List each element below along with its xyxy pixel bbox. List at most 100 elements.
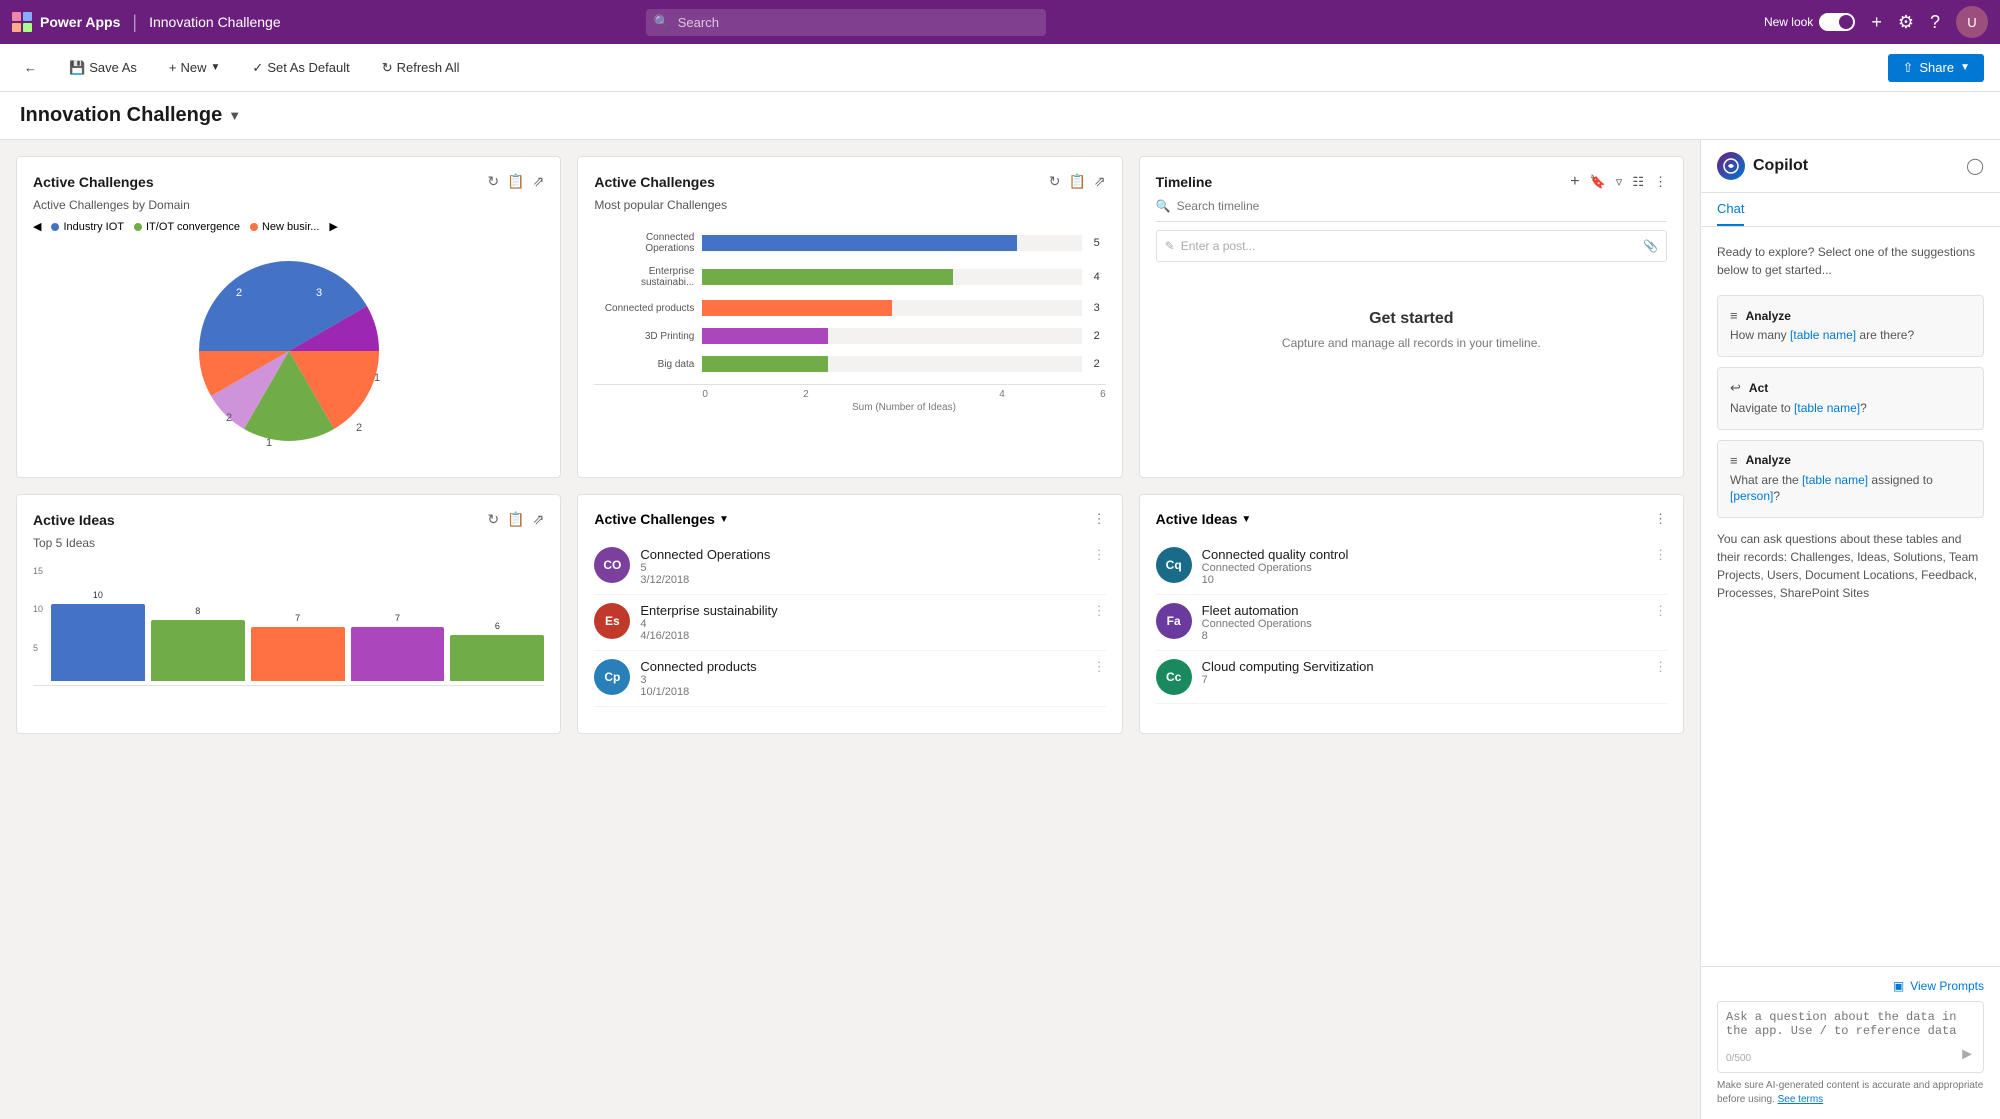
add-icon[interactable]: +: [1871, 12, 1882, 33]
view-prompts-button[interactable]: ▣ View Prompts: [1717, 979, 1984, 993]
tab-chat[interactable]: Chat: [1717, 193, 1744, 226]
copilot-title: Copilot: [1717, 152, 1808, 180]
ideas-bars-container: 15 10 5 10 8 7 7: [33, 566, 544, 686]
suggestion-type-1: Analyze: [1746, 309, 1791, 323]
copilot-panel: Copilot ◯ Chat Ready to explore? Select …: [1700, 140, 2000, 1119]
add-timeline-icon[interactable]: +: [1570, 173, 1579, 191]
page-title-chevron-icon[interactable]: ▼: [228, 108, 241, 123]
challenge-count-2: 4: [640, 618, 1082, 630]
expand-bar-icon[interactable]: ⇗: [1094, 173, 1106, 190]
refresh-pie-icon[interactable]: ↻: [487, 173, 499, 190]
bar-label-1: Connected Operations: [594, 232, 694, 254]
y-axis-5: 5: [33, 643, 43, 653]
suggestion-link-1[interactable]: [table name]: [1790, 328, 1856, 342]
ideas-more-icon[interactable]: ⋮: [1654, 511, 1667, 527]
help-icon[interactable]: ?: [1930, 12, 1940, 33]
idea-item-1: Cq Connected quality control Connected O…: [1156, 539, 1667, 595]
chevron-down-icon: ▼: [211, 62, 221, 73]
suggestion-link-3b[interactable]: [person]: [1730, 489, 1773, 503]
share-button[interactable]: ⇧ Share ▼: [1888, 54, 1984, 82]
timeline-search: 🔍 Search timeline: [1156, 199, 1667, 222]
bar-track-5: [702, 356, 1081, 372]
back-button[interactable]: ←: [16, 56, 45, 79]
expand-ideas-icon[interactable]: ⇗: [533, 511, 545, 528]
prev-legend-icon[interactable]: ◀: [33, 220, 41, 233]
refresh-bar-icon[interactable]: ↻: [1049, 173, 1061, 190]
idea-item-more-3[interactable]: ⋮: [1654, 659, 1667, 675]
legend-dot-3: [250, 223, 258, 231]
suggestion-link-2[interactable]: [table name]: [1794, 401, 1860, 415]
copilot-close-icon[interactable]: ◯: [1966, 156, 1984, 176]
new-look-toggle[interactable]: New look: [1764, 13, 1855, 31]
idea-name-1: Connected quality control: [1202, 547, 1644, 562]
idea-content-2: Fleet automation Connected Operations 8: [1202, 603, 1644, 642]
challenge-item-more-2[interactable]: ⋮: [1093, 603, 1106, 619]
challenge-item-more-3[interactable]: ⋮: [1093, 659, 1106, 675]
copilot-logo-icon: [1717, 152, 1745, 180]
copilot-suggestion-1[interactable]: ≡ Analyze How many [table name] are ther…: [1717, 295, 1984, 357]
more-timeline-icon[interactable]: ⋮: [1654, 174, 1667, 190]
brand-name: Power Apps: [40, 14, 120, 30]
challenge-date-3: 10/1/2018: [640, 686, 1082, 698]
idea-avatar-3: Cc: [1156, 659, 1192, 695]
analyze-icon-1: ≡: [1730, 308, 1738, 323]
next-legend-icon[interactable]: ▶: [329, 220, 337, 233]
ideas-bar-2: 8: [151, 620, 245, 681]
refresh-ideas-icon[interactable]: ↻: [487, 511, 499, 528]
idea-item-more-1[interactable]: ⋮: [1654, 547, 1667, 563]
copilot-send-button[interactable]: ►: [1959, 1046, 1975, 1064]
copy-bar-icon[interactable]: 📋: [1068, 173, 1085, 190]
pie-label-1: 3: [316, 287, 322, 299]
challenges-more-icon[interactable]: ⋮: [1093, 511, 1106, 527]
attach-icon[interactable]: 📎: [1643, 239, 1658, 253]
idea-content-3: Cloud computing Servitization 7: [1202, 659, 1644, 686]
suggestion-type-2: Act: [1749, 381, 1768, 395]
save-as-button[interactable]: 💾 Save As: [61, 56, 145, 80]
settings-icon[interactable]: ⚙: [1898, 12, 1914, 33]
grid-icon[interactable]: ☷: [1632, 174, 1644, 190]
filter-icon[interactable]: ▿: [1616, 174, 1623, 190]
search-input[interactable]: [646, 9, 1046, 36]
challenge-date-1: 3/12/2018: [640, 574, 1082, 586]
bookmark-icon[interactable]: 🔖: [1590, 174, 1606, 190]
challenge-item-1: CO Connected Operations 5 3/12/2018 ⋮: [594, 539, 1105, 595]
idea-item-more-2[interactable]: ⋮: [1654, 603, 1667, 619]
see-terms-link[interactable]: See terms: [1778, 1094, 1824, 1105]
challenges-chevron-icon[interactable]: ▼: [719, 514, 729, 525]
refresh-all-button[interactable]: ↻ Refresh All: [374, 56, 468, 80]
timeline-card: Timeline + 🔖 ▿ ☷ ⋮ 🔍 Search timeline ✎ E…: [1139, 156, 1684, 478]
ideas-chevron-icon[interactable]: ▼: [1241, 514, 1251, 525]
nav-separator: |: [132, 12, 137, 33]
save-icon: 💾: [69, 60, 85, 76]
bar-row-2: Enterprise sustainabi... 4: [594, 266, 1105, 288]
new-button[interactable]: + New ▼: [161, 56, 229, 79]
suggestion-link-3a[interactable]: [table name]: [1802, 473, 1868, 487]
copy-pie-icon[interactable]: 📋: [507, 173, 524, 190]
new-look-switch[interactable]: [1819, 13, 1855, 31]
idea-count-3: 7: [1202, 674, 1644, 686]
copilot-suggestion-2[interactable]: ↩ Act Navigate to [table name]?: [1717, 367, 1984, 430]
copilot-input-area: 0/500 ►: [1717, 1001, 1984, 1073]
expand-pie-icon[interactable]: ⇗: [533, 173, 545, 190]
copilot-input[interactable]: [1726, 1010, 1975, 1050]
bar-row-3: Connected products 3: [594, 300, 1105, 316]
set-as-default-button[interactable]: ✓ Set As Default: [244, 56, 357, 80]
copy-ideas-icon[interactable]: 📋: [507, 511, 524, 528]
new-plus-icon: +: [169, 60, 177, 75]
timeline-post-input[interactable]: ✎ Enter a post... 📎: [1156, 230, 1667, 262]
legend-item-2: IT/OT convergence: [134, 220, 240, 233]
copilot-suggestion-3[interactable]: ≡ Analyze What are the [table name] assi…: [1717, 440, 1984, 519]
active-ideas-bar-card: Active Ideas ↻ 📋 ⇗ Top 5 Ideas 15 10 5 1: [16, 494, 561, 734]
challenge-item-more-1[interactable]: ⋮: [1093, 547, 1106, 563]
copilot-info: You can ask questions about these tables…: [1717, 530, 1984, 602]
bar-axis: 0 2 4 6: [594, 384, 1105, 400]
challenges-list-header: Active Challenges ▼ ⋮: [594, 511, 1105, 527]
search-icon: 🔍: [654, 14, 670, 30]
bar-label-5: Big data: [594, 359, 694, 370]
pie-chart-container: 3 1 2 1 2 2: [33, 241, 544, 461]
copilot-disclaimer: Make sure AI-generated content is accura…: [1717, 1079, 1984, 1107]
profile-avatar[interactable]: U: [1956, 6, 1988, 38]
ideas-bar-value-2: 8: [195, 606, 200, 616]
app-title-nav: Innovation Challenge: [149, 14, 281, 30]
idea-name-2: Fleet automation: [1202, 603, 1644, 618]
